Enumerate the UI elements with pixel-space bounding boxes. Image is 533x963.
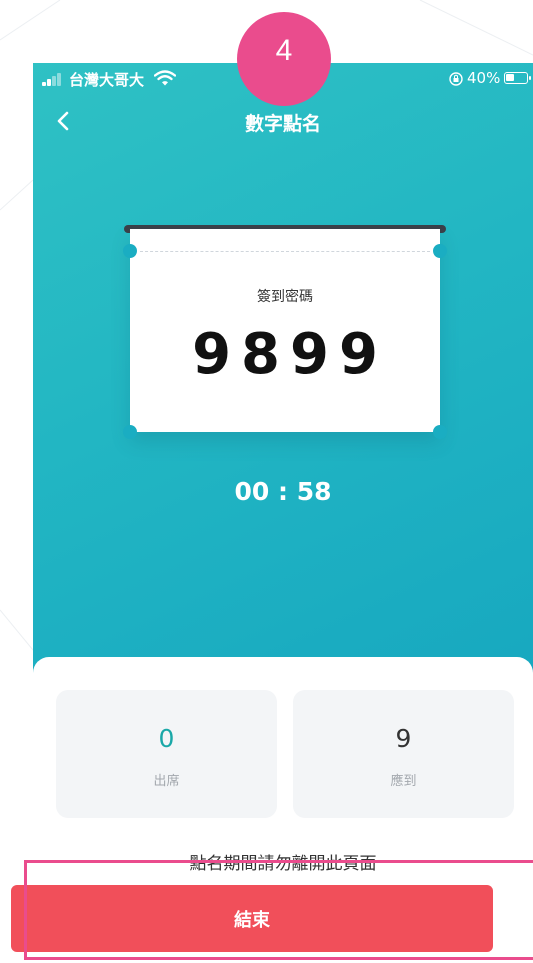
sign-in-code-label: 簽到密碼 bbox=[257, 289, 313, 305]
page-title: 數字點名 bbox=[244, 113, 321, 135]
attendance-code-ticket: 簽到密碼 9899 bbox=[123, 229, 447, 439]
ticket-tear-line bbox=[140, 251, 430, 252]
stay-on-page-notice: 點名期間請勿離開此頁面 bbox=[189, 854, 377, 874]
sign-in-code: 9899 bbox=[192, 322, 388, 387]
ticket-notch bbox=[123, 425, 137, 439]
countdown-timer: 00 : 58 bbox=[234, 477, 332, 506]
step-number-badge: 4 bbox=[237, 12, 331, 106]
wifi-icon bbox=[154, 70, 176, 86]
expected-stat-card: 9 應到 bbox=[293, 690, 514, 818]
attended-stat-card: 0 出席 bbox=[56, 690, 277, 818]
battery-percentage: 40% bbox=[467, 69, 501, 87]
navigation-bar: 數字點名 bbox=[33, 101, 533, 145]
carrier-name: 台灣大哥大 bbox=[69, 71, 145, 89]
battery-icon bbox=[504, 72, 531, 84]
expected-label: 應到 bbox=[390, 774, 417, 789]
attended-count: 0 bbox=[158, 724, 175, 753]
step-number: 4 bbox=[275, 34, 293, 67]
phone-screen: 台灣大哥大 40% 數字點名 簽到密碼 9899 00: 58 0 出席 9 … bbox=[33, 63, 533, 963]
expected-count: 9 bbox=[395, 724, 412, 753]
attended-label: 出席 bbox=[153, 774, 180, 789]
ticket-notch bbox=[433, 244, 447, 258]
rotation-lock-icon bbox=[449, 72, 463, 86]
ticket-notch bbox=[433, 425, 447, 439]
screenshot-stage: 4 台灣大哥大 40% 數字點名 簽到密碼 9899 00: 58 0 出席 … bbox=[0, 0, 533, 963]
signal-icon bbox=[42, 72, 66, 86]
end-roll-call-button[interactable]: 結束 bbox=[11, 885, 493, 952]
ticket-notch bbox=[123, 244, 137, 258]
